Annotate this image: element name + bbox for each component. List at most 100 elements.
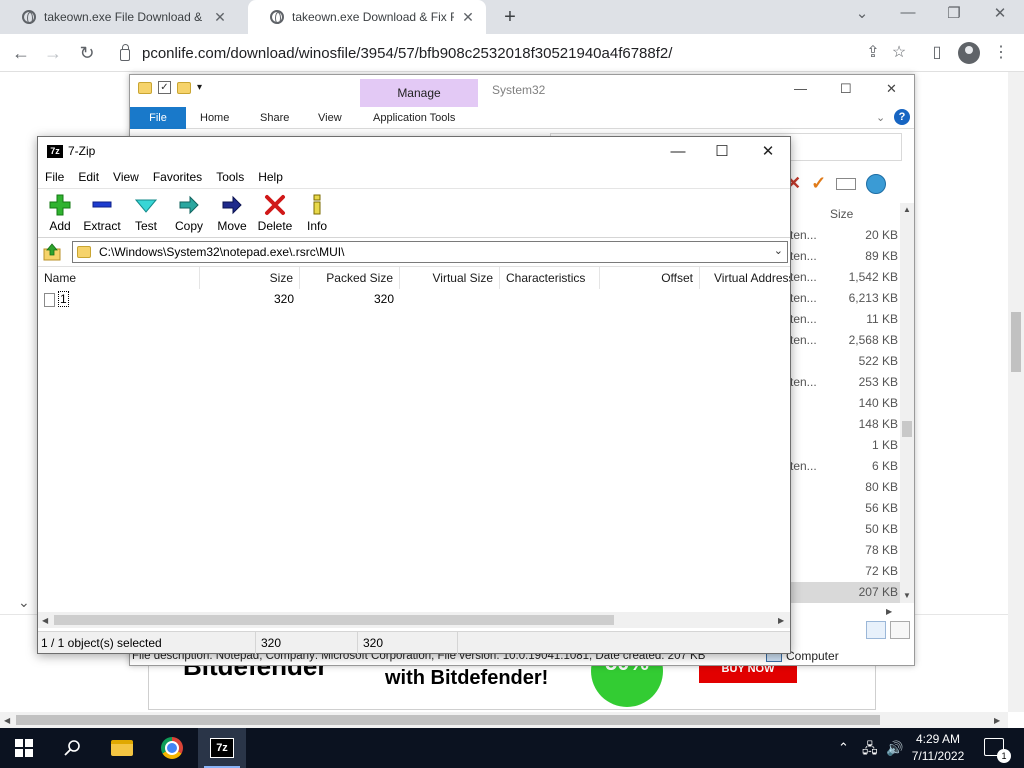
column-header-characteristics[interactable]: Characteristics — [500, 267, 600, 289]
ribbon-tab-file[interactable]: File — [130, 107, 186, 129]
extract-button[interactable]: Extract — [80, 192, 124, 236]
show-hidden-icons-chevron-icon[interactable]: ⌃ — [838, 728, 849, 768]
list-item[interactable]: ten... 1,542 KB — [790, 267, 900, 288]
scroll-right-icon[interactable]: ▶ — [778, 616, 784, 625]
minimize-icon[interactable]: — — [666, 141, 690, 163]
scroll-left-icon[interactable]: ◀ — [4, 716, 10, 725]
menu-file[interactable]: File — [38, 167, 71, 187]
column-header-size[interactable]: Size — [830, 207, 853, 221]
list-item[interactable]: 50 KB — [790, 519, 900, 540]
menu-help[interactable]: Help — [251, 167, 290, 187]
scrollbar-thumb[interactable] — [1011, 312, 1021, 372]
close-window-icon[interactable]: ✕ — [886, 81, 897, 97]
scroll-right-icon[interactable]: ▶ — [886, 607, 892, 616]
list-item[interactable]: 72 KB — [790, 561, 900, 582]
globe-icon[interactable] — [866, 173, 887, 194]
menu-kebab-icon[interactable]: ⋮ — [990, 42, 1012, 64]
lock-icon[interactable] — [120, 44, 130, 61]
folder-up-icon[interactable] — [43, 243, 61, 261]
address-bar[interactable]: pconlife.com/download/winosfile/3954/57/… — [108, 39, 848, 67]
tab-search-icon[interactable]: ⌄ — [852, 4, 872, 22]
ribbon-tab-view[interactable]: View — [312, 107, 348, 129]
file-list[interactable]: Name Size Packed Size Virtual Size Chara… — [38, 266, 790, 612]
menu-edit[interactable]: Edit — [71, 167, 106, 187]
start-button[interactable] — [0, 728, 48, 768]
column-header-virtual-size[interactable]: Virtual Size — [400, 267, 500, 289]
title-bar[interactable]: 7z 7-Zip — ☐ ✕ — [38, 137, 790, 167]
chevron-down-icon[interactable]: ⌄ — [774, 244, 783, 257]
column-header-size[interactable]: Size — [200, 267, 300, 289]
column-header-virtual-address[interactable]: Virtual Address — [700, 267, 790, 289]
taskbar-chrome[interactable] — [148, 728, 196, 768]
rename-icon[interactable] — [836, 177, 857, 190]
new-folder-icon[interactable] — [177, 81, 191, 94]
maximize-icon[interactable]: ☐ — [840, 81, 852, 97]
test-button[interactable]: Test — [124, 192, 168, 236]
expand-ribbon-icon[interactable]: ⌄ — [876, 111, 885, 124]
scroll-up-icon[interactable]: ▲ — [903, 205, 911, 214]
list-item[interactable]: 140 KB — [790, 393, 900, 414]
browser-tab-2[interactable]: takeown.exe Download & Fix For ✕ — [248, 0, 486, 34]
close-window-icon[interactable]: ✕ — [756, 141, 780, 163]
list-item[interactable]: 522 KB — [790, 351, 900, 372]
close-tab-icon[interactable]: ✕ — [460, 9, 476, 26]
manage-contextual-tab[interactable]: Manage — [360, 79, 478, 107]
add-button[interactable]: Add — [38, 192, 82, 236]
move-button[interactable]: Move — [210, 192, 254, 236]
help-icon[interactable]: ? — [894, 109, 910, 125]
vertical-scrollbar[interactable]: ▲ ▼ — [900, 203, 914, 603]
list-item[interactable]: 78 KB — [790, 540, 900, 561]
ribbon-tab-application-tools[interactable]: Application Tools — [367, 107, 461, 129]
back-arrow-icon[interactable]: ← — [10, 42, 32, 64]
notification-center-icon[interactable]: 1 — [984, 738, 1011, 763]
scrollbar-thumb[interactable] — [54, 615, 614, 625]
menu-tools[interactable]: Tools — [209, 167, 251, 187]
minimize-icon[interactable]: — — [898, 4, 918, 21]
list-item[interactable]: 148 KB — [790, 414, 900, 435]
clock[interactable]: 4:29 AM 7/11/2022 — [906, 731, 970, 765]
copy-button[interactable]: Copy — [167, 192, 211, 236]
scrollbar-thumb[interactable] — [16, 715, 880, 725]
list-item[interactable]: ten... 6,213 KB — [790, 288, 900, 309]
close-tab-icon[interactable]: ✕ — [212, 9, 228, 26]
list-item[interactable]: 207 KB — [790, 582, 900, 603]
info-button[interactable]: Info — [295, 192, 339, 236]
list-item[interactable]: ten... 253 KB — [790, 372, 900, 393]
scroll-right-icon[interactable]: ▶ — [994, 716, 1000, 725]
scroll-left-icon[interactable]: ◀ — [42, 616, 48, 625]
forward-arrow-icon[interactable]: → — [42, 42, 64, 64]
menu-favorites[interactable]: Favorites — [146, 167, 209, 187]
chevron-down-icon[interactable]: ⌄ — [18, 594, 30, 611]
list-item[interactable]: ten... 89 KB — [790, 246, 900, 267]
ribbon-tab-home[interactable]: Home — [194, 107, 235, 129]
list-item[interactable]: ten... 11 KB — [790, 309, 900, 330]
browser-tab-1[interactable]: takeown.exe File Download & Fix ✕ — [0, 0, 238, 34]
bookmark-star-icon[interactable]: ☆ — [888, 42, 910, 64]
taskbar-file-explorer[interactable] — [98, 728, 146, 768]
column-header-name[interactable]: Name — [38, 267, 200, 289]
list-item[interactable]: ten... 6 KB — [790, 456, 900, 477]
ribbon-tab-share[interactable]: Share — [254, 107, 295, 129]
list-item[interactable]: ten... 2,568 KB — [790, 330, 900, 351]
restore-icon[interactable]: ❐ — [944, 4, 964, 22]
volume-icon[interactable]: 🔊 — [886, 728, 903, 768]
new-tab-button[interactable]: + — [498, 5, 522, 29]
scroll-down-icon[interactable]: ▼ — [903, 591, 911, 600]
profile-avatar[interactable] — [958, 42, 980, 64]
large-icons-view-icon[interactable] — [890, 621, 910, 639]
list-item[interactable]: ten... 20 KB — [790, 225, 900, 246]
column-header-packed-size[interactable]: Packed Size — [300, 267, 400, 289]
reload-icon[interactable]: ↻ — [76, 42, 98, 64]
maximize-icon[interactable]: ☐ — [710, 141, 734, 163]
details-view-icon[interactable] — [866, 621, 886, 639]
network-icon[interactable]: 🖧 — [862, 728, 878, 768]
customize-dropdown-icon[interactable]: ▾ — [197, 82, 202, 93]
minimize-icon[interactable]: — — [794, 81, 807, 96]
folder-icon[interactable] — [138, 81, 152, 94]
list-item[interactable]: 56 KB — [790, 498, 900, 519]
scrollbar-thumb[interactable] — [902, 421, 912, 437]
close-window-icon[interactable]: ✕ — [990, 4, 1010, 22]
table-row[interactable]: 1 320 320 — [38, 289, 790, 309]
properties-icon[interactable]: ✓ — [158, 81, 171, 94]
share-icon[interactable]: ⇪ — [862, 42, 884, 64]
